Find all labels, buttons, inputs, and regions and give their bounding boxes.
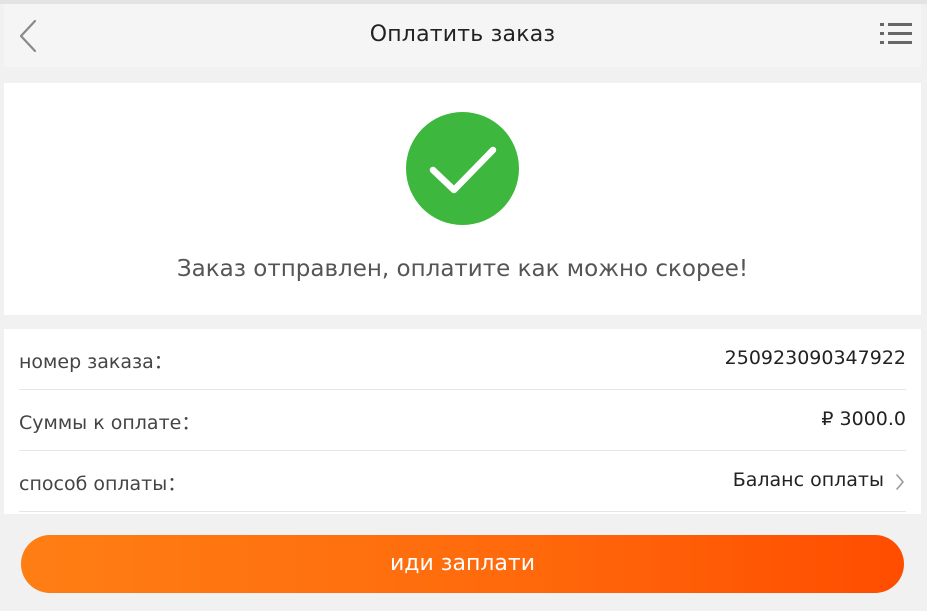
amount-value: ₽ 3000.0 (821, 408, 906, 430)
payment-method-label: способ оплаты： (19, 473, 187, 495)
order-number-row: номер заказа： 250923090347922 (19, 329, 906, 390)
chevron-right-icon (896, 474, 904, 490)
order-number-value: 250923090347922 (724, 347, 906, 369)
list-menu-icon (880, 23, 912, 44)
amount-row: Суммы к оплате： ₽ 3000.0 (19, 390, 906, 451)
page-title: Оплатить заказ (369, 22, 556, 47)
payment-method-row[interactable]: способ оплаты： Баланс оплаты (19, 451, 906, 512)
success-card: Заказ отправлен, оплатите как можно скор… (4, 83, 921, 315)
success-message: Заказ отправлен, оплатите как можно скор… (176, 256, 749, 282)
checkmark-circle-icon (406, 112, 519, 225)
menu-button[interactable] (879, 20, 913, 50)
payment-method-value: Баланс оплаты (732, 469, 884, 491)
order-number-label: номер заказа： (19, 351, 173, 373)
payment-page: Оплатить заказ Заказ отправлен, оплатите… (0, 0, 927, 611)
pay-button[interactable]: иди заплати (21, 535, 904, 593)
header-bar: Оплатить заказ (4, 4, 921, 67)
order-details-card: номер заказа： 250923090347922 Суммы к оп… (4, 329, 921, 514)
amount-label: Суммы к оплате： (19, 412, 201, 434)
